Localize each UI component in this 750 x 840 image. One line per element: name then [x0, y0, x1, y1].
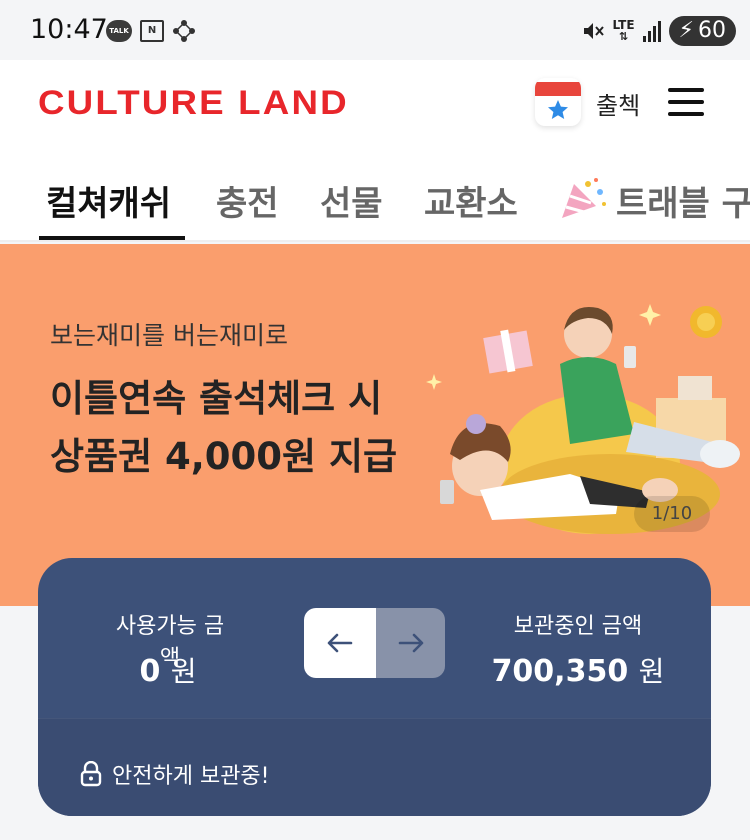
app-screen: 10:47 TALK N LTE ⇅ ⚡ 60 CULTURE LAND 출첵 … — [0, 0, 750, 840]
stored-amount-value: 700,350 — [491, 654, 629, 689]
available-amount-unit: 원 — [170, 655, 197, 688]
stored-amount-unit: 원 — [638, 655, 665, 688]
calendar-star-icon[interactable] — [535, 78, 581, 126]
kakaotalk-icon: TALK — [106, 20, 132, 42]
tab-exchange[interactable]: 교환소 — [424, 176, 518, 225]
available-amount-value: 0 — [139, 654, 161, 689]
app-header: CULTURE LAND 출첵 — [0, 60, 750, 156]
balance-card: 사용가능 금액 0 원 보관중인 금액 700,350 원 안전하게 보관중! — [38, 558, 711, 816]
banner-title: 이틀연속 출석체크 시 상품권 4,000원 지급 — [50, 370, 397, 486]
tab-charge[interactable]: 충전 — [216, 176, 279, 225]
category-tabs: 컬쳐캐쉬 충전 선물 교환소 트래블 구 — [0, 156, 750, 242]
culture-land-logo[interactable]: CULTURE LAND — [38, 84, 349, 123]
move-to-available-button[interactable] — [304, 608, 376, 678]
banner-subtitle: 보는재미를 버는재미로 — [50, 321, 288, 350]
battery-charging-icon: ⚡ — [678, 18, 694, 43]
tab-culture-cash[interactable]: 컬쳐캐쉬 — [46, 176, 171, 225]
calendar-top-band — [535, 82, 581, 96]
arrow-left-icon — [327, 633, 353, 653]
naver-mail-icon: N — [140, 20, 164, 42]
network-type-label: LTE ⇅ — [613, 19, 635, 43]
hamburger-menu-icon[interactable] — [668, 88, 706, 118]
status-time: 10:47 — [30, 14, 108, 45]
status-bar: 10:47 TALK N LTE ⇅ ⚡ 60 — [0, 0, 750, 60]
party-popper-icon — [562, 178, 606, 218]
battery-level: 60 — [698, 18, 726, 43]
signal-icon — [642, 20, 661, 42]
star-icon — [548, 100, 568, 119]
safe-storage-text: 안전하게 보관중! — [112, 764, 270, 789]
safe-storage-notice: 안전하게 보관중! — [80, 758, 270, 790]
battery-indicator: ⚡ 60 — [668, 16, 736, 46]
network-icon — [173, 20, 195, 42]
banner-title-line1: 이틀연속 출석체크 시 — [50, 377, 383, 420]
active-tab-indicator — [39, 236, 185, 240]
banner-title-line2: 상품권 4,000원 지급 — [50, 435, 398, 478]
arrow-right-icon — [398, 633, 423, 653]
attendance-check-link[interactable]: 출첵 — [596, 86, 640, 121]
available-amount: 0 원 — [98, 650, 238, 690]
lock-icon — [80, 761, 102, 787]
move-to-storage-button[interactable] — [376, 608, 445, 678]
status-right-group: LTE ⇅ ⚡ 60 — [581, 16, 736, 46]
banner-page-indicator: 1/10 — [634, 496, 710, 532]
data-arrows-icon: ⇅ — [618, 30, 629, 43]
tab-travel[interactable]: 트래블 구 — [616, 176, 750, 225]
mute-icon — [583, 23, 604, 39]
stored-amount-label: 보관중인 금액 — [513, 614, 643, 639]
tab-gift[interactable]: 선물 — [320, 176, 383, 225]
promo-banner[interactable]: 보는재미를 버는재미로 이틀연속 출석체크 시 상품권 4,000원 지급 1/… — [0, 244, 750, 606]
stored-amount: 700,350 원 — [478, 650, 678, 690]
